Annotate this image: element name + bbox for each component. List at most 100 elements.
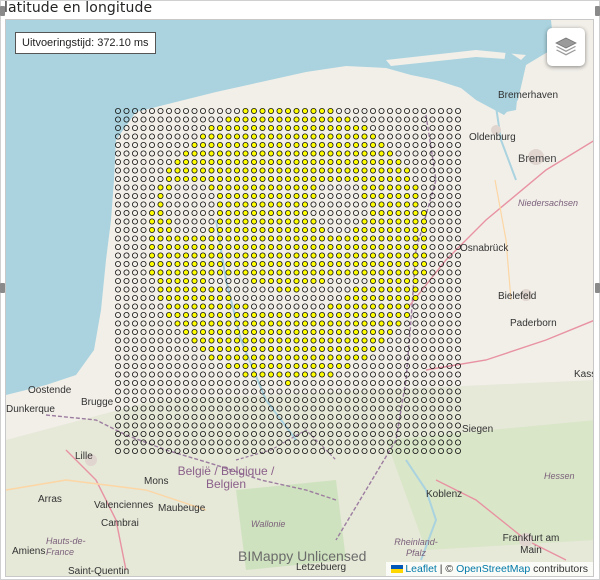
map-point-highlighted[interactable]: [378, 235, 385, 242]
map-point[interactable]: [208, 413, 215, 420]
map-point[interactable]: [267, 379, 274, 386]
map-point[interactable]: [115, 243, 122, 250]
map-point[interactable]: [429, 286, 436, 293]
map-point[interactable]: [335, 430, 342, 437]
map-point-highlighted[interactable]: [335, 320, 342, 327]
map-point-highlighted[interactable]: [403, 209, 410, 216]
map-point-highlighted[interactable]: [301, 354, 308, 361]
map-point-highlighted[interactable]: [318, 167, 325, 174]
map-point[interactable]: [132, 422, 139, 429]
map-point[interactable]: [310, 405, 317, 412]
map-point[interactable]: [191, 362, 198, 369]
map-point[interactable]: [191, 396, 198, 403]
map-point[interactable]: [199, 226, 206, 233]
map-point[interactable]: [369, 371, 376, 378]
map-point[interactable]: [429, 175, 436, 182]
map-point-highlighted[interactable]: [259, 243, 266, 250]
map-point-highlighted[interactable]: [369, 175, 376, 182]
map-point[interactable]: [437, 439, 444, 446]
map-point[interactable]: [352, 430, 359, 437]
map-point-highlighted[interactable]: [174, 269, 181, 276]
map-point-highlighted[interactable]: [242, 243, 249, 250]
map-point-highlighted[interactable]: [318, 354, 325, 361]
map-point-highlighted[interactable]: [225, 192, 232, 199]
map-point-highlighted[interactable]: [386, 158, 393, 165]
map-point[interactable]: [386, 371, 393, 378]
map-point-highlighted[interactable]: [250, 133, 257, 140]
map-point-highlighted[interactable]: [395, 320, 402, 327]
map-point[interactable]: [335, 294, 342, 301]
map-point-highlighted[interactable]: [267, 201, 274, 208]
map-point[interactable]: [233, 286, 240, 293]
map-point-highlighted[interactable]: [259, 218, 266, 225]
map-point[interactable]: [454, 362, 461, 369]
map-point-highlighted[interactable]: [208, 184, 215, 191]
map-point-highlighted[interactable]: [378, 303, 385, 310]
map-point[interactable]: [140, 379, 147, 386]
map-point-highlighted[interactable]: [199, 286, 206, 293]
map-point[interactable]: [140, 277, 147, 284]
map-point-highlighted[interactable]: [182, 286, 189, 293]
map-point[interactable]: [429, 379, 436, 386]
map-point[interactable]: [148, 125, 155, 132]
map-point-highlighted[interactable]: [352, 328, 359, 335]
map-point[interactable]: [157, 396, 164, 403]
map-point[interactable]: [318, 422, 325, 429]
map-point[interactable]: [344, 371, 351, 378]
map-point-highlighted[interactable]: [250, 345, 257, 352]
map-point[interactable]: [403, 108, 410, 115]
map-point[interactable]: [225, 396, 232, 403]
map-point[interactable]: [386, 413, 393, 420]
map-point[interactable]: [429, 218, 436, 225]
map-point[interactable]: [132, 362, 139, 369]
map-point[interactable]: [140, 362, 147, 369]
map-point-highlighted[interactable]: [208, 311, 215, 318]
map-point[interactable]: [123, 192, 130, 199]
map-point-highlighted[interactable]: [378, 320, 385, 327]
map-point[interactable]: [395, 142, 402, 149]
map-point-highlighted[interactable]: [378, 260, 385, 267]
map-point[interactable]: [174, 201, 181, 208]
map-point-highlighted[interactable]: [335, 269, 342, 276]
map-point[interactable]: [352, 388, 359, 395]
map-point-highlighted[interactable]: [182, 175, 189, 182]
map-point[interactable]: [437, 303, 444, 310]
map-point[interactable]: [157, 158, 164, 165]
map-point-highlighted[interactable]: [233, 303, 240, 310]
map-point-highlighted[interactable]: [293, 286, 300, 293]
map-point[interactable]: [310, 430, 317, 437]
map-point-highlighted[interactable]: [369, 167, 376, 174]
map-point[interactable]: [165, 388, 172, 395]
map-point-highlighted[interactable]: [344, 311, 351, 318]
map-point-highlighted[interactable]: [174, 235, 181, 242]
map-point[interactable]: [208, 116, 215, 123]
map-point[interactable]: [216, 396, 223, 403]
map-point-highlighted[interactable]: [225, 184, 232, 191]
map-point-highlighted[interactable]: [310, 311, 317, 318]
map-point[interactable]: [182, 337, 189, 344]
map-point[interactable]: [446, 286, 453, 293]
map-point-highlighted[interactable]: [276, 192, 283, 199]
map-point-highlighted[interactable]: [216, 142, 223, 149]
map-point[interactable]: [352, 447, 359, 454]
map-point[interactable]: [412, 158, 419, 165]
map-point-highlighted[interactable]: [216, 226, 223, 233]
map-point-highlighted[interactable]: [225, 142, 232, 149]
map-point-highlighted[interactable]: [259, 125, 266, 132]
map-point-highlighted[interactable]: [420, 235, 427, 242]
map-point-highlighted[interactable]: [225, 201, 232, 208]
map-point[interactable]: [378, 354, 385, 361]
map-point[interactable]: [301, 439, 308, 446]
map-point[interactable]: [115, 396, 122, 403]
map-point[interactable]: [157, 337, 164, 344]
map-point[interactable]: [310, 447, 317, 454]
map-point[interactable]: [208, 379, 215, 386]
map-point[interactable]: [429, 430, 436, 437]
map-point-highlighted[interactable]: [233, 116, 240, 123]
map-point-highlighted[interactable]: [199, 294, 206, 301]
map-point-highlighted[interactable]: [233, 218, 240, 225]
map-point[interactable]: [148, 294, 155, 301]
map-point[interactable]: [250, 439, 257, 446]
map-point-highlighted[interactable]: [276, 218, 283, 225]
map-point-highlighted[interactable]: [369, 133, 376, 140]
